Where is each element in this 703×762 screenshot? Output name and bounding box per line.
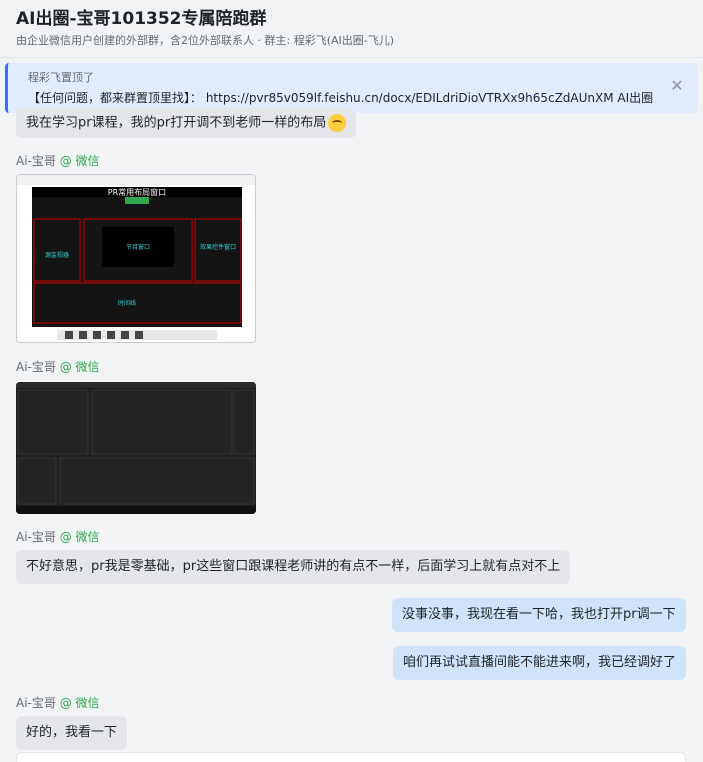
message-sender: Ai-宝哥 @ 微信 [16, 528, 100, 545]
message-sender: Ai-宝哥 @ 微信 [16, 152, 100, 169]
message-bubble[interactable]: 我在学习pr课程，我的pr打开调不到老师一样的布局 [16, 108, 357, 138]
pinned-message-banner[interactable]: 程彩飞置顶了 【任何问题，都来群置顶里找】： https://pvr85v059… [5, 63, 698, 113]
group-subtitle: 由企业微信用户创建的外部群，含2位外部联系人 · 群主: 程彩飞(AI出圈-飞儿… [16, 34, 395, 47]
wechat-tag: @ 微信 [59, 530, 100, 544]
pr-layout-screenshot: PR常用布局窗口 节目窗口 源监视器 效果控件窗口 时间线 [17, 175, 255, 342]
img1-bottom-label: 时间线 [118, 299, 136, 307]
pr-screen-screenshot [16, 382, 256, 514]
message-bubble-self[interactable]: 没事没事，我现在看一下哈，我也打开pr调一下 [392, 598, 686, 632]
chat-header: AI出圈-宝哥101352专属陪跑群 由企业微信用户创建的外部群，含2位外部联系… [0, 0, 703, 58]
sender-name[interactable]: Ai-宝哥 [16, 696, 56, 710]
close-icon[interactable]: ✕ [668, 77, 686, 95]
wechat-tag: @ 微信 [59, 360, 100, 374]
sender-name[interactable]: Ai-宝哥 [16, 360, 56, 374]
img1-heading: PR常用布局窗口 [108, 187, 166, 197]
message-text: 咱们再试试直播间能不能进来啊，我已经调好了 [403, 655, 677, 670]
message-bubble[interactable]: 好的，我看一下 [16, 716, 128, 750]
sender-name[interactable]: Ai-宝哥 [16, 154, 56, 168]
message-text: 我在学习pr课程，我的pr打开调不到老师一样的布局 [26, 115, 327, 131]
group-title[interactable]: AI出圈-宝哥101352专属陪跑群 [16, 4, 267, 29]
message-bubble[interactable]: 不好意思，pr我是零基础，pr这些窗口跟课程老师讲的有点不一样，后面学习上就有点… [16, 550, 571, 584]
img1-left-label: 源监视器 [45, 251, 69, 259]
laughing-emoji-icon [328, 114, 347, 132]
message-bubble-self[interactable]: 咱们再试试直播间能不能进来啊，我已经调好了 [393, 646, 687, 680]
wechat-tag: @ 微信 [59, 154, 100, 168]
wechat-tag: @ 微信 [59, 696, 100, 710]
message-text: 不好意思，pr我是零基础，pr这些窗口跟课程老师讲的有点不一样，后面学习上就有点… [26, 559, 561, 574]
img1-center-label: 节目窗口 [126, 243, 150, 251]
pinned-by-label: 程彩飞置顶了 [28, 71, 94, 84]
message-sender: Ai-宝哥 @ 微信 [16, 694, 100, 711]
sender-name[interactable]: Ai-宝哥 [16, 530, 56, 544]
img1-right-label: 效果控件窗口 [200, 243, 236, 251]
message-text: 好的，我看一下 [26, 725, 118, 740]
message-input-panel[interactable] [16, 752, 686, 762]
image-message-pr-screen[interactable] [16, 382, 256, 514]
pinned-message-text[interactable]: 【任何问题，都来群置顶里找】： https://pvr85v059lf.feis… [28, 89, 658, 106]
message-sender: Ai-宝哥 @ 微信 [16, 358, 100, 375]
image-message-pr-layout[interactable]: PR常用布局窗口 节目窗口 源监视器 效果控件窗口 时间线 [16, 174, 256, 343]
message-text: 没事没事，我现在看一下哈，我也打开pr调一下 [402, 607, 676, 622]
